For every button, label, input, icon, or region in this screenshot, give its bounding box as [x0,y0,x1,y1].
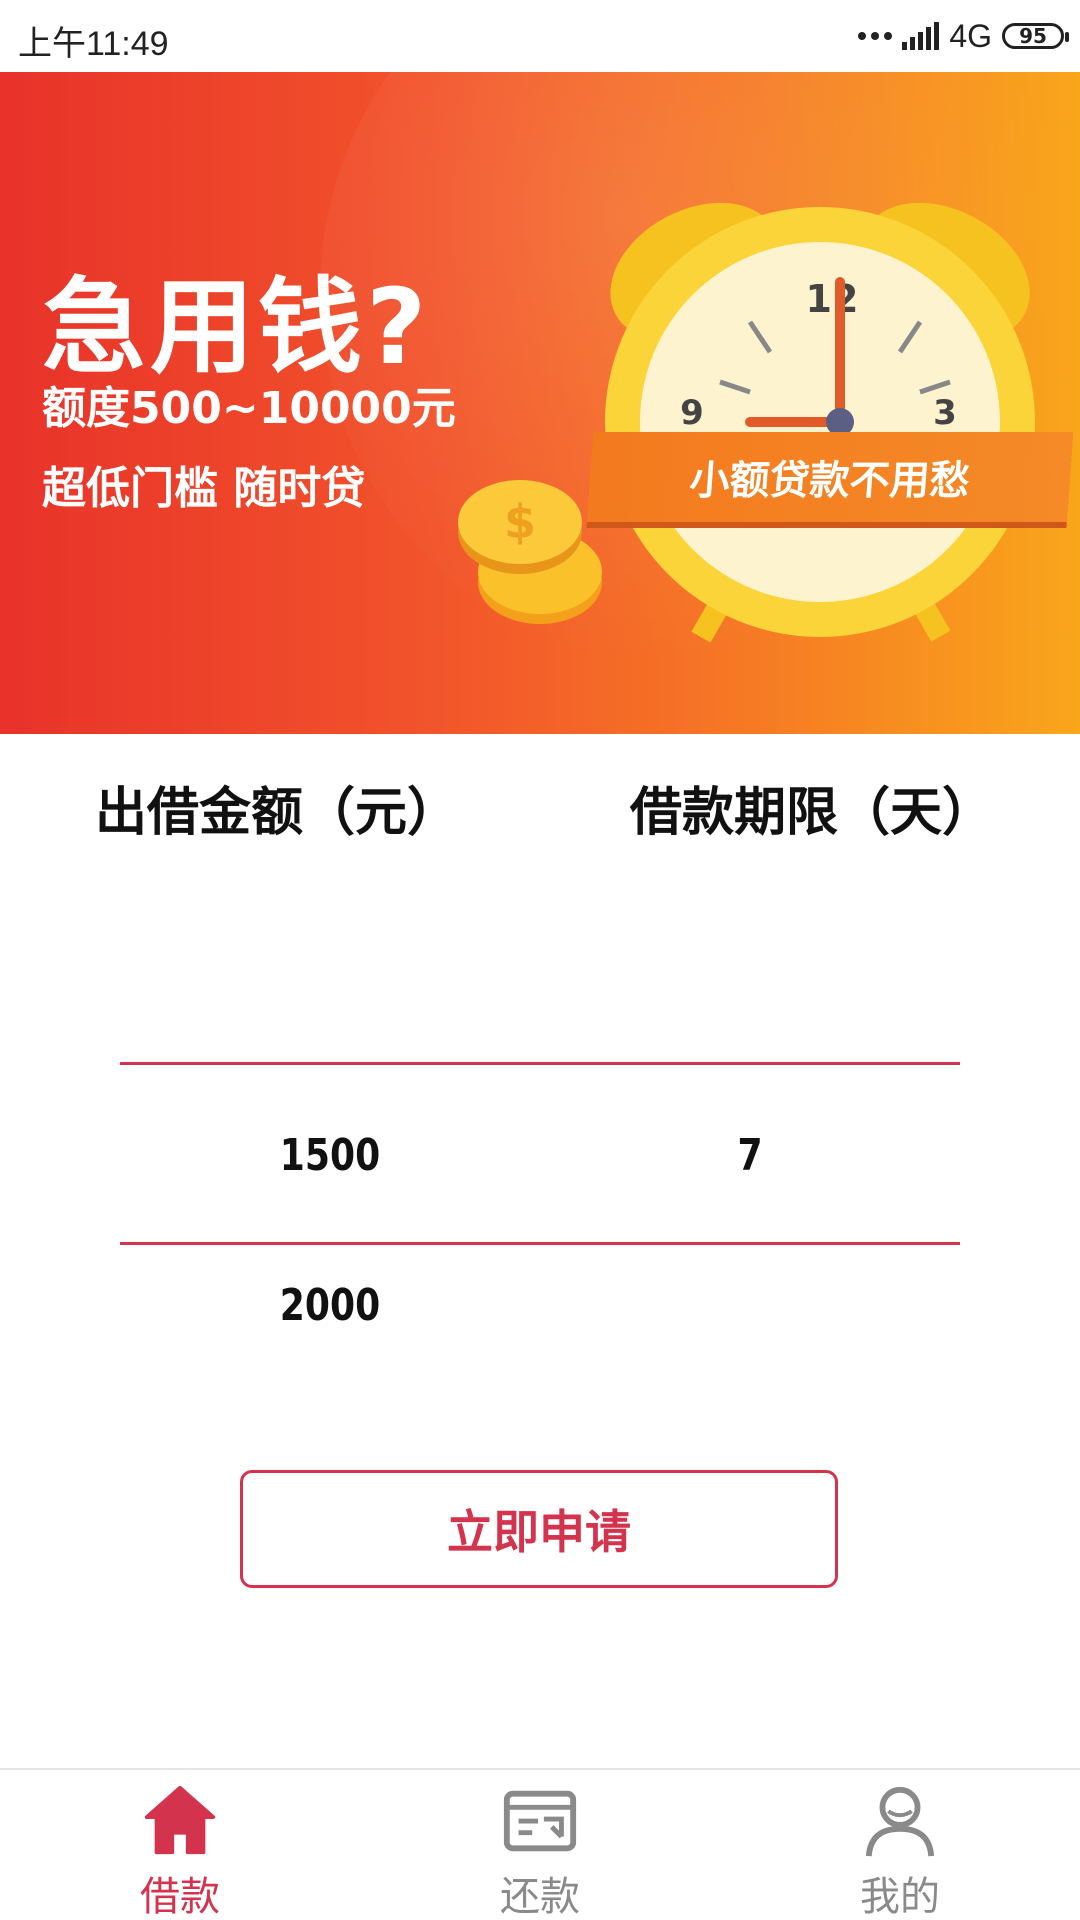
apply-now-button[interactable]: 立即申请 [240,1470,838,1588]
signal-icon [902,22,940,50]
battery-icon: 95 [1002,23,1069,49]
status-time: 上午11:49 [18,25,169,63]
banner-title: 急用钱? [42,266,431,388]
nav-item-borrow[interactable]: 借款 [0,1770,360,1920]
clock-number-12: 12 [806,277,859,321]
network-type: 4G [949,17,992,54]
more-dots-icon [858,32,893,40]
status-icons: 4G 95 [858,17,1069,54]
nav-item-mine[interactable]: 我的 [720,1770,1080,1920]
coins-icon: $ [458,480,602,624]
svg-text:$: $ [504,495,536,549]
banner-subtitle-amount: 额度500~10000元 [42,383,456,434]
app-screen: 上午11:49 4G 95 急用钱? 额度500~10000元 超低门槛 随时贷… [0,0,1080,1920]
promo-banner[interactable]: 急用钱? 额度500~10000元 超低门槛 随时贷 $ 12 3 9 小额贷款… [0,72,1080,734]
nav-label-mine: 我的 [860,1874,940,1920]
home-icon [144,1785,216,1855]
amount-header: 出借金额（元） [95,783,460,843]
picker-bottom-divider [120,1242,960,1245]
amount-picker-selected[interactable]: 1500 [248,1130,412,1181]
clock-number-9: 9 [680,393,704,433]
user-icon [865,1786,935,1857]
battery-level: 95 [1019,24,1047,48]
clock-number-3: 3 [933,393,957,433]
term-picker-selected[interactable]: 7 [668,1130,832,1181]
amount-picker-option[interactable]: 2000 [248,1280,412,1331]
picker-top-divider [120,1062,960,1065]
bottom-nav: 借款 还款 我的 [0,1768,1080,1920]
alarm-clock-icon: 12 3 9 [605,202,1035,642]
banner-ribbon: 小额贷款不用愁 [586,432,1074,522]
term-header: 借款期限（天） [630,783,995,843]
repay-icon [503,1790,577,1852]
nav-item-repay[interactable]: 还款 [360,1770,720,1920]
banner-subtitle-threshold: 超低门槛 随时贷 [42,463,366,514]
nav-label-repay: 还款 [500,1874,580,1920]
nav-label-borrow: 借款 [140,1874,220,1920]
status-bar: 上午11:49 4G 95 [0,0,1080,72]
